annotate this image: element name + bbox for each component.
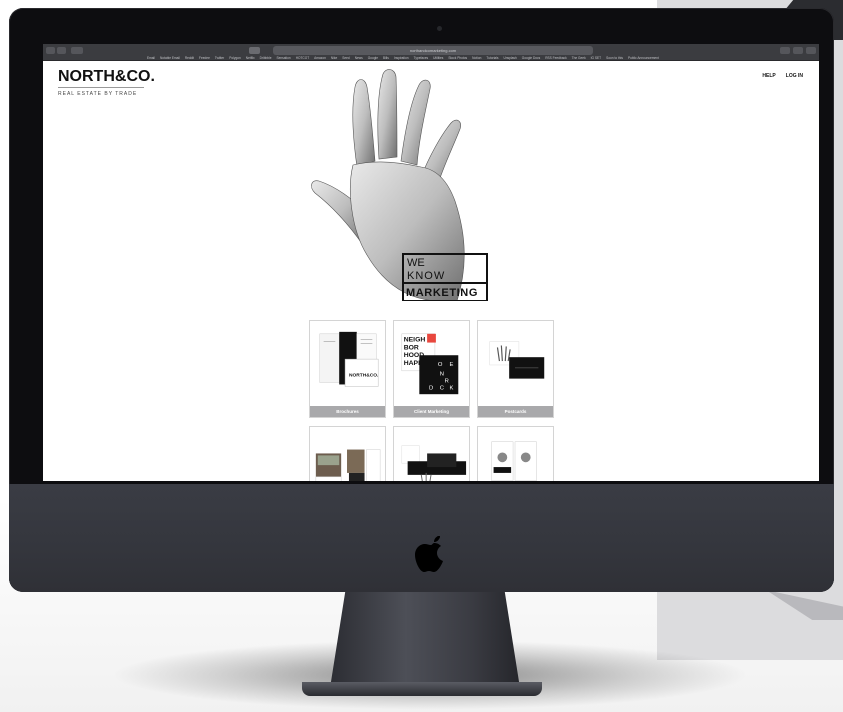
camera-icon (437, 26, 442, 31)
imac-stand-base (302, 682, 542, 696)
favorites-item[interactable]: IG SET (591, 55, 601, 61)
favorites-item[interactable]: Bills (383, 55, 389, 61)
favorites-item[interactable]: Amazon (314, 55, 326, 61)
brand-divider (58, 87, 144, 88)
back-icon[interactable] (46, 47, 55, 54)
tab-overview-icon[interactable] (249, 47, 260, 54)
tile-print-collateral[interactable] (477, 426, 554, 481)
favorites-item[interactable]: Google (368, 55, 378, 61)
tile-brochures[interactable]: NORTH&CO. Brochures (309, 320, 386, 418)
favorites-item[interactable]: The Geek (572, 55, 586, 61)
favorites-item[interactable]: Twitter (215, 55, 224, 61)
favorites-item[interactable]: Typefaces (414, 55, 429, 61)
brand-tagline: REAL ESTATE BY TRADE (58, 91, 138, 97)
favorites-item[interactable]: Notable Email (160, 55, 180, 61)
collateral-thumbnail (491, 441, 537, 481)
favorites-item[interactable]: Tutorials (486, 55, 498, 61)
favorites-item[interactable]: Email (147, 55, 155, 61)
browser-toolbar: northandcomarketing.com Email Notable Ema… (43, 44, 819, 61)
favorites-item[interactable]: Netflix (246, 55, 255, 61)
listing-thumbnail (315, 449, 381, 481)
favorites-item[interactable]: Unsplash (503, 55, 516, 61)
favorites-item[interactable]: Feedee (199, 55, 210, 61)
product-mockup-scene: northandcomarketing.com Email Notable Ema… (0, 0, 843, 712)
ondeck-n: N (440, 372, 444, 378)
hero-word-we: WE (407, 257, 425, 269)
favorites-item[interactable]: News (355, 55, 363, 61)
favorites-item[interactable]: Notion (472, 55, 481, 61)
favorites-item[interactable]: HOTCOT (296, 55, 309, 61)
favorites-item[interactable]: RSS Feedback (545, 55, 566, 61)
brochures-thumbnail: NORTH&CO. (319, 331, 379, 387)
new-tab-icon[interactable] (793, 47, 803, 54)
tile-client-marketing[interactable]: NEIGH BOR HOOD HAPP O E N R D C K Client… (393, 320, 470, 418)
tabs-icon[interactable] (806, 47, 816, 54)
hero-word-know: KNOW (407, 270, 445, 282)
brand-name: NORTH&CO. (58, 68, 155, 85)
ondeck-r: R (445, 379, 449, 385)
ondeck-e: E (450, 362, 454, 368)
site-brand[interactable]: NORTH&CO. REAL ESTATE BY TRADE (58, 68, 155, 97)
forward-icon[interactable] (57, 47, 66, 54)
tile-signage[interactable] (393, 426, 470, 481)
hero-word-marketing: MARKETING (406, 287, 478, 299)
favorites-item[interactable]: Google Docs (522, 55, 540, 61)
sidebar-icon[interactable] (71, 47, 83, 54)
favorites-item[interactable]: Inspiration (394, 55, 409, 61)
tile-postcards[interactable]: Postcards (477, 320, 554, 418)
favorites-item[interactable]: Utilities (433, 55, 443, 61)
browser-nav (46, 47, 83, 54)
tile-caption: Brochures (310, 406, 385, 417)
favorites-item[interactable]: Dribbble (260, 55, 272, 61)
tile-listing-sheets[interactable] (309, 426, 386, 481)
ondeck-o: O (438, 362, 443, 368)
favorites-bar: Email Notable Email Reddit Feedee Twitter Pol… (43, 55, 819, 61)
top-nav: HELP LOG IN (762, 73, 803, 79)
browser-tools (780, 47, 816, 54)
favorites-item[interactable]: Seed (342, 55, 349, 61)
brochure-brand-text: NORTH&CO. (349, 373, 379, 379)
share-icon[interactable] (780, 47, 790, 54)
neigh-text: NEIGH (404, 337, 426, 344)
favorites-item[interactable]: Polygon (229, 55, 241, 61)
ondeck-c: C (440, 385, 444, 391)
tile-caption: Postcards (478, 406, 553, 417)
help-link[interactable]: HELP (762, 73, 775, 79)
tile-caption: Client Marketing (394, 406, 469, 417)
screen: northandcomarketing.com Email Notable Ema… (43, 44, 819, 481)
favorites-item[interactable]: Sensation (277, 55, 291, 61)
favorites-item[interactable]: Reddit (185, 55, 194, 61)
signage-thumbnail (401, 445, 467, 481)
ondeck-d: D (429, 385, 433, 391)
hand-hero-image: WE KNOW MARKETING (311, 69, 488, 301)
favorites-item[interactable]: Public Announcement (628, 55, 659, 61)
postcards-thumbnail (489, 341, 545, 379)
bor-text: BOR (404, 344, 419, 351)
ondeck-k: K (450, 385, 454, 391)
imac-stand (330, 592, 520, 688)
address-bar[interactable]: northandcomarketing.com (273, 46, 593, 55)
favorites-item[interactable]: Soon to this (606, 55, 623, 61)
favorites-item[interactable]: Nike (331, 55, 337, 61)
client-marketing-thumbnail: NEIGH BOR HOOD HAPP O E N R D C K (401, 333, 459, 395)
apple-logo-icon (415, 536, 443, 572)
favorites-item[interactable]: Stock Photos (448, 55, 467, 61)
login-link[interactable]: LOG IN (786, 73, 803, 79)
